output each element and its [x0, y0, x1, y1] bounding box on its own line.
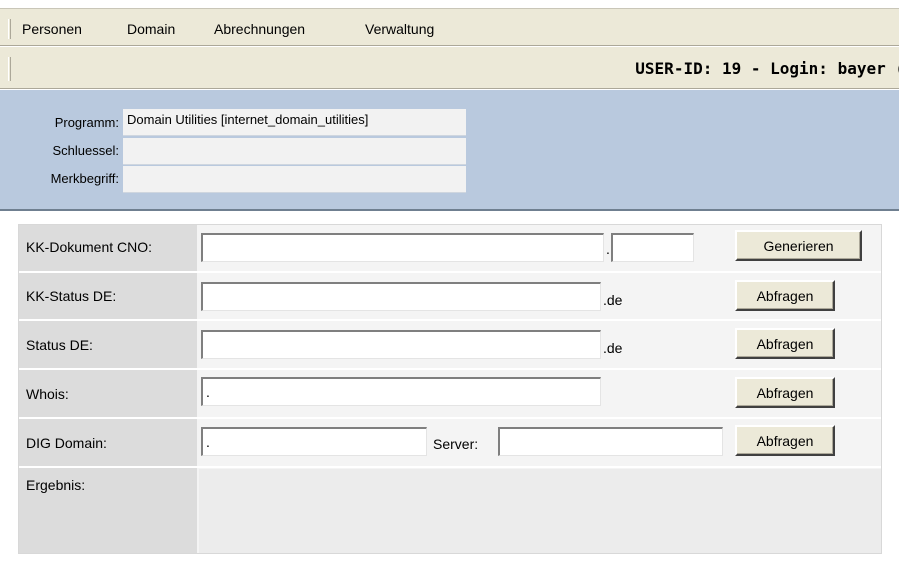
user-info: USER-ID: 19 - Login: bayer ( — [635, 59, 899, 78]
keyword-label: Merkbegriff: — [50, 171, 119, 186]
status-label: Status DE: — [26, 337, 93, 353]
whois-label: Whois: — [26, 386, 69, 402]
menu-item-domain[interactable]: Domain — [127, 21, 175, 37]
menu-bar: Personen Domain Abrechnungen Verwaltung — [0, 8, 899, 46]
kk-document-input[interactable] — [201, 233, 604, 262]
menu-item-abrechnungen[interactable]: Abrechnungen — [214, 21, 305, 37]
kk-status-label: KK-Status DE: — [26, 288, 117, 304]
generate-button[interactable]: Generieren — [735, 230, 862, 261]
menu-grip — [8, 19, 11, 39]
server-input[interactable] — [498, 427, 723, 456]
kk-document-separator: . — [606, 241, 610, 257]
key-field — [123, 138, 466, 165]
status-suffix: .de — [603, 340, 623, 356]
status-query-button[interactable]: Abfragen — [735, 328, 835, 359]
key-label: Schluessel: — [52, 143, 119, 158]
keyword-field — [123, 166, 466, 193]
program-label: Programm: — [54, 115, 119, 130]
status-input[interactable] — [201, 330, 601, 359]
result-label: Ergebnis: — [26, 477, 86, 493]
program-field: Domain Utilities [internet_domain_utilit… — [123, 109, 466, 136]
menu-item-personen[interactable]: Personen — [22, 21, 82, 37]
dig-query-button[interactable]: Abfragen — [735, 425, 835, 456]
row-divider — [19, 417, 881, 419]
user-bar: USER-ID: 19 - Login: bayer ( — [0, 47, 899, 89]
kk-status-input[interactable] — [201, 282, 601, 311]
kk-document-label: KK-Dokument CNO: — [26, 239, 153, 255]
whois-input[interactable]: . — [201, 377, 601, 406]
dig-domain-input[interactable]: . — [201, 427, 427, 456]
result-output — [199, 469, 881, 553]
kk-document-extension-input[interactable] — [611, 233, 694, 262]
row-divider — [19, 368, 881, 370]
dig-domain-label: DIG Domain: — [26, 435, 107, 451]
toolbar-grip — [8, 57, 11, 81]
domain-tools-form: KK-Dokument CNO: . Generieren KK-Status … — [18, 224, 882, 554]
kk-status-query-button[interactable]: Abfragen — [735, 280, 835, 311]
kk-status-suffix: .de — [603, 292, 623, 308]
row-divider — [19, 271, 881, 273]
menu-item-verwaltung[interactable]: Verwaltung — [365, 21, 434, 37]
whois-query-button[interactable]: Abfragen — [735, 377, 835, 408]
row-divider — [19, 466, 881, 468]
row-divider — [19, 319, 881, 321]
server-label: Server: — [433, 436, 479, 452]
program-info-panel: Programm: Domain Utilities [internet_dom… — [0, 90, 899, 211]
